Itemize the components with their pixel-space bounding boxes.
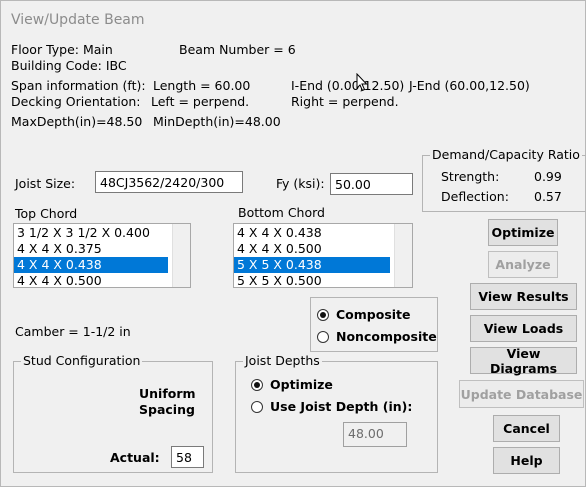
joist-depths-group: Joist Depths Optimize Use Joist Depth (i…: [235, 353, 438, 473]
composite-label[interactable]: Composite: [336, 307, 411, 322]
demand-capacity-title: Demand/Capacity Ratio: [430, 147, 582, 162]
bottom-chord-item[interactable]: 4 X 4 X 0.500: [234, 241, 412, 257]
deflection-value: 0.57: [534, 189, 562, 204]
decking-right-text: Right = perpend.: [291, 94, 399, 109]
bottom-chord-item-selected[interactable]: 5 X 5 X 0.438: [234, 257, 390, 273]
min-depth-text: MinDepth(in)=48.00: [153, 114, 281, 129]
decking-orientation-label: Decking Orientation:: [11, 94, 141, 109]
view-update-beam-dialog: View/Update Beam Floor Type: Main Beam N…: [0, 0, 586, 487]
analyze-button[interactable]: Analyze: [488, 251, 558, 278]
composite-group: Composite Noncomposite: [310, 297, 438, 352]
j-end-text: J-End (60.00,12.50): [409, 78, 530, 93]
update-database-button[interactable]: Update Database: [459, 380, 584, 408]
help-button[interactable]: Help: [493, 447, 560, 474]
top-chord-scrollbar[interactable]: [172, 224, 190, 287]
max-depth-text: MaxDepth(in)=48.50: [11, 114, 143, 129]
bottom-chord-scrollbar[interactable]: [394, 224, 412, 287]
spacing-text: Spacing: [139, 402, 195, 417]
camber-text: Camber = 1-1/2 in: [15, 324, 131, 339]
depth-optimize-radio[interactable]: [251, 379, 263, 391]
beam-number-text: Beam Number = 6: [179, 42, 296, 57]
decking-left-text: Left = perpend.: [151, 94, 250, 109]
strength-value: 0.99: [534, 169, 562, 184]
noncomposite-radio[interactable]: [317, 331, 329, 343]
strength-label: Strength:: [441, 169, 500, 184]
demand-capacity-group: Demand/Capacity Ratio Strength: 0.99 Def…: [422, 147, 586, 212]
joist-size-field[interactable]: 48CJ3562/2420/300: [95, 171, 243, 193]
length-text: Length = 60.00: [153, 78, 251, 93]
joist-depths-title: Joist Depths: [243, 353, 322, 368]
span-info-label: Span information (ft):: [11, 78, 146, 93]
composite-radio[interactable]: [317, 309, 329, 321]
use-joist-depth-label[interactable]: Use Joist Depth (in):: [270, 399, 412, 414]
actual-label: Actual:: [110, 450, 160, 465]
bottom-chord-item[interactable]: 5 X 5 X 0.500: [234, 273, 412, 287]
joist-size-label: Joist Size:: [15, 176, 76, 191]
uniform-text: Uniform: [139, 386, 196, 401]
top-chord-list[interactable]: 3 1/2 X 3 1/2 X 0.400 4 X 4 X 0.375 4 X …: [13, 223, 191, 288]
fy-label: Fy (ksi):: [276, 176, 325, 191]
floor-type-text: Floor Type: Main: [11, 42, 113, 57]
fy-field[interactable]: 50.00: [330, 173, 413, 195]
view-loads-button[interactable]: View Loads: [470, 315, 577, 342]
stud-configuration-group: Stud Configuration Uniform Spacing Actua…: [13, 353, 213, 473]
stud-configuration-title: Stud Configuration: [21, 353, 143, 368]
optimize-button[interactable]: Optimize: [488, 219, 558, 246]
top-chord-item[interactable]: 4 X 4 X 0.500: [14, 273, 190, 287]
i-end-text: I-End (0.00,12.50): [291, 78, 405, 93]
bottom-chord-item[interactable]: 4 X 4 X 0.438: [234, 225, 412, 241]
top-chord-item[interactable]: 3 1/2 X 3 1/2 X 0.400: [14, 225, 190, 241]
bottom-chord-label: Bottom Chord: [238, 205, 325, 220]
window-title: View/Update Beam: [11, 12, 145, 28]
top-chord-item[interactable]: 4 X 4 X 0.375: [14, 241, 190, 257]
bottom-chord-list[interactable]: 4 X 4 X 0.438 4 X 4 X 0.500 5 X 5 X 0.43…: [233, 223, 413, 288]
top-chord-item-selected[interactable]: 4 X 4 X 0.438: [14, 257, 168, 273]
depth-optimize-label[interactable]: Optimize: [270, 377, 333, 392]
mouse-cursor-icon: [356, 73, 368, 92]
noncomposite-label[interactable]: Noncomposite: [336, 329, 437, 344]
use-joist-depth-radio[interactable]: [251, 401, 263, 413]
title-bar[interactable]: View/Update Beam: [1, 1, 585, 39]
top-chord-label: Top Chord: [15, 206, 78, 221]
view-results-button[interactable]: View Results: [470, 283, 577, 310]
actual-field[interactable]: 58: [171, 446, 204, 468]
view-diagrams-button[interactable]: View Diagrams: [470, 346, 577, 376]
joist-depth-field[interactable]: 48.00: [343, 422, 407, 447]
deflection-label: Deflection:: [441, 189, 509, 204]
cancel-button[interactable]: Cancel: [493, 415, 560, 442]
building-code-text: Building Code: IBC: [11, 58, 127, 73]
